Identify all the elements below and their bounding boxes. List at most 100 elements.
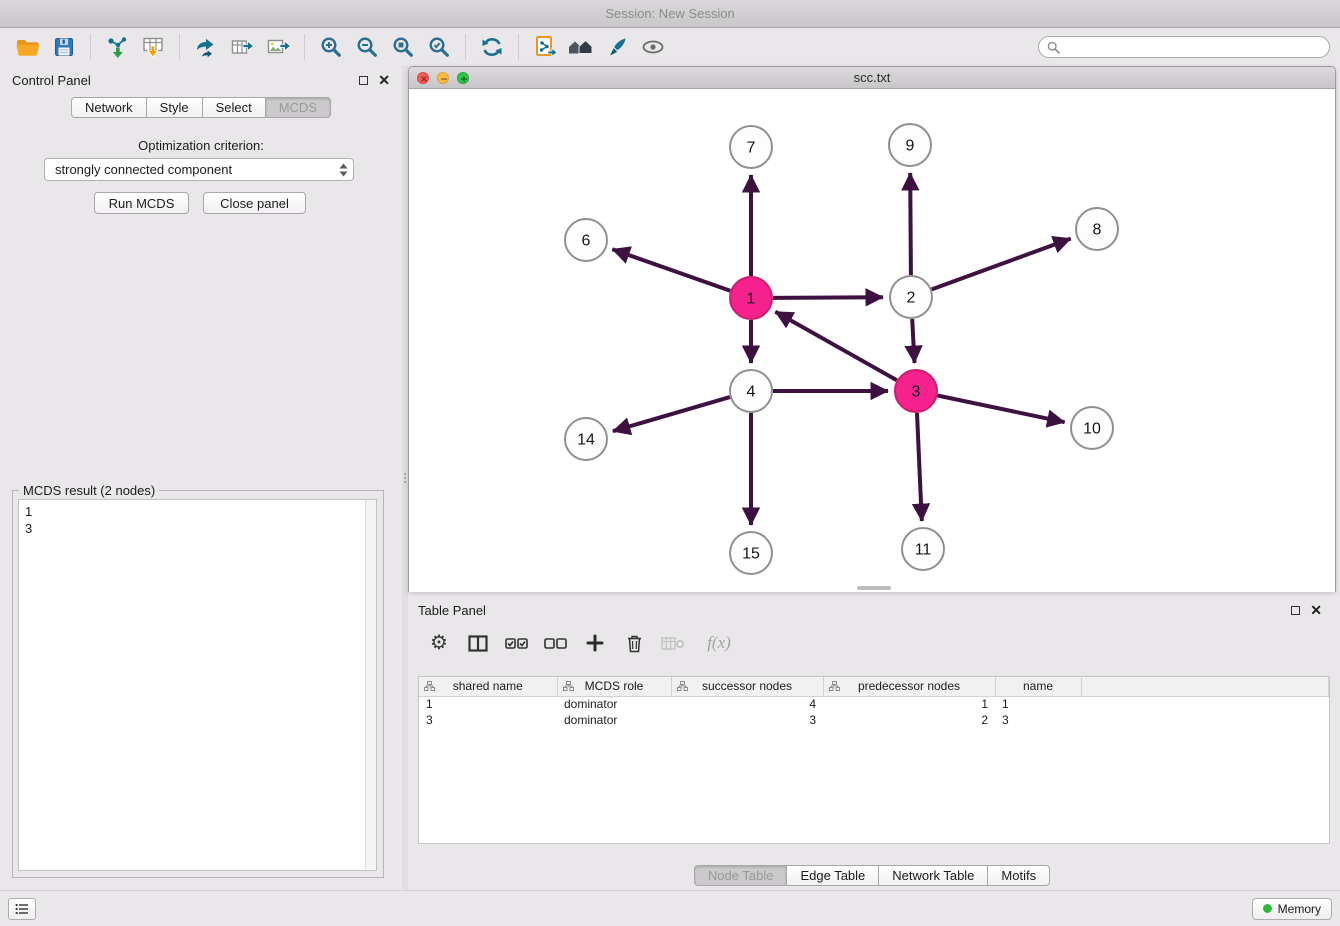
- document-network-button[interactable]: [527, 31, 563, 63]
- delete-column-button[interactable]: [658, 628, 688, 658]
- graph-node-14[interactable]: 14: [565, 418, 607, 460]
- main-toolbar: [0, 28, 1340, 66]
- import-table-button[interactable]: [135, 31, 171, 63]
- traffic-lights: [417, 72, 469, 84]
- column-header-predecessor-nodes[interactable]: predecessor nodes: [823, 677, 995, 696]
- float-table-panel-icon[interactable]: [1291, 606, 1300, 615]
- close-table-panel-icon[interactable]: ✕: [1310, 603, 1322, 617]
- graph-node-11[interactable]: 11: [902, 528, 944, 570]
- control-panel-tabs: Network Style Select MCDS: [0, 97, 402, 118]
- graph-node-7[interactable]: 7: [730, 126, 772, 168]
- export-table-button[interactable]: [224, 31, 260, 63]
- run-mcds-button[interactable]: Run MCDS: [94, 192, 189, 214]
- table-row[interactable]: 3dominator323: [419, 712, 1329, 728]
- control-panel-title: Control Panel: [12, 73, 91, 88]
- memory-button[interactable]: Memory: [1252, 898, 1332, 920]
- attribute-tree-icon: [563, 681, 574, 691]
- checked-boxes-icon: [505, 637, 529, 650]
- refresh-button[interactable]: [474, 31, 510, 63]
- graph-node-4[interactable]: 4: [730, 370, 772, 412]
- unchecked-boxes-icon: [544, 637, 568, 650]
- table-settings-button[interactable]: ⚙: [424, 628, 454, 658]
- graph-edge-2-8[interactable]: [932, 239, 1071, 290]
- graph-edge-1-6[interactable]: [612, 249, 730, 290]
- canvas-hscrollbar[interactable]: [857, 586, 891, 590]
- add-column-button[interactable]: [580, 628, 610, 658]
- export-image-button[interactable]: [260, 31, 296, 63]
- window-close-button[interactable]: [417, 72, 429, 84]
- column-header-successor-nodes[interactable]: successor nodes: [671, 677, 823, 696]
- column-header-mcds-role[interactable]: MCDS role: [557, 677, 671, 696]
- graph-node-9[interactable]: 9: [889, 124, 931, 166]
- column-header-shared-name[interactable]: shared name: [419, 677, 557, 696]
- table-panel-title: Table Panel: [418, 603, 486, 618]
- graph-node-6[interactable]: 6: [565, 219, 607, 261]
- column-header-name[interactable]: name: [995, 677, 1081, 696]
- home-icon: [566, 35, 596, 59]
- graph-edge-3-10[interactable]: [938, 396, 1065, 423]
- network-canvas[interactable]: 7 9 6 8 1 2 4 3 14 10 15 11: [409, 89, 1335, 592]
- tab-network[interactable]: Network: [71, 97, 147, 118]
- graph-node-3[interactable]: 3: [895, 370, 937, 412]
- graph-edge-1-2[interactable]: [773, 297, 883, 298]
- delete-row-button[interactable]: [619, 628, 649, 658]
- tab-motifs[interactable]: Motifs: [987, 865, 1050, 886]
- criterion-dropdown[interactable]: strongly connected component: [44, 158, 354, 181]
- graph-node-label: 10: [1083, 421, 1101, 438]
- graph-edge-2-9[interactable]: [910, 173, 911, 275]
- tab-node-table[interactable]: Node Table: [694, 865, 788, 886]
- graph-edge-3-1[interactable]: [775, 312, 896, 381]
- network-window-titlebar[interactable]: scc.txt: [409, 67, 1335, 89]
- table-panel: Table Panel ✕ ⚙: [408, 596, 1336, 890]
- zoom-out-button[interactable]: [349, 31, 385, 63]
- graph-edge-3-11[interactable]: [917, 413, 922, 521]
- import-network-icon: [104, 35, 130, 59]
- list-icon: [15, 903, 29, 915]
- toolbar-separator: [179, 34, 180, 60]
- style-brush-button[interactable]: [599, 31, 635, 63]
- export-image-icon: [265, 35, 291, 59]
- table-row[interactable]: 1dominator411: [419, 696, 1329, 712]
- search-input[interactable]: [1065, 40, 1321, 54]
- tab-network-table[interactable]: Network Table: [878, 865, 988, 886]
- graph-edge-4-14[interactable]: [613, 397, 730, 431]
- graph-node-label: 8: [1093, 222, 1102, 239]
- export-network-button[interactable]: [188, 31, 224, 63]
- control-panel: Control Panel ✕ Network Style Select MCD…: [0, 66, 402, 890]
- graph-node-15[interactable]: 15: [730, 532, 772, 574]
- task-history-button[interactable]: [8, 898, 36, 920]
- tab-mcds[interactable]: MCDS: [265, 97, 331, 118]
- tab-edge-table[interactable]: Edge Table: [786, 865, 879, 886]
- graph-node-1[interactable]: 1: [730, 277, 772, 319]
- table-toolbar: ⚙: [408, 624, 1336, 662]
- import-network-button[interactable]: [99, 31, 135, 63]
- graph-node-8[interactable]: 8: [1076, 208, 1118, 250]
- float-panel-icon[interactable]: [359, 76, 368, 85]
- save-session-button[interactable]: [46, 31, 82, 63]
- show-columns-button[interactable]: [463, 628, 493, 658]
- export-table-icon: [229, 35, 255, 59]
- import-table-icon: [140, 35, 166, 59]
- close-panel-button[interactable]: Close panel: [203, 192, 306, 214]
- tab-select[interactable]: Select: [202, 97, 266, 118]
- deselect-all-button[interactable]: [541, 628, 571, 658]
- select-all-button[interactable]: [502, 628, 532, 658]
- graph-node-10[interactable]: 10: [1071, 407, 1113, 449]
- splitter-handle-icon: [404, 471, 406, 485]
- zoom-in-button[interactable]: [313, 31, 349, 63]
- function-builder-button[interactable]: f(x): [697, 628, 741, 658]
- global-search[interactable]: [1038, 36, 1330, 58]
- network-view-window: scc.txt 7 9 6 8 1 2 4 3 14 10 15 11: [408, 66, 1336, 592]
- close-panel-icon[interactable]: ✕: [378, 73, 390, 87]
- home-button[interactable]: [563, 31, 599, 63]
- zoom-selected-button[interactable]: [421, 31, 457, 63]
- window-minimize-button[interactable]: [437, 72, 449, 84]
- show-hide-button[interactable]: [635, 31, 671, 63]
- window-zoom-button[interactable]: [457, 72, 469, 84]
- tab-style[interactable]: Style: [146, 97, 203, 118]
- result-scrollbar[interactable]: [365, 500, 376, 870]
- graph-edge-2-3[interactable]: [912, 319, 914, 363]
- open-session-button[interactable]: [10, 31, 46, 63]
- zoom-fit-button[interactable]: [385, 31, 421, 63]
- graph-node-2[interactable]: 2: [890, 276, 932, 318]
